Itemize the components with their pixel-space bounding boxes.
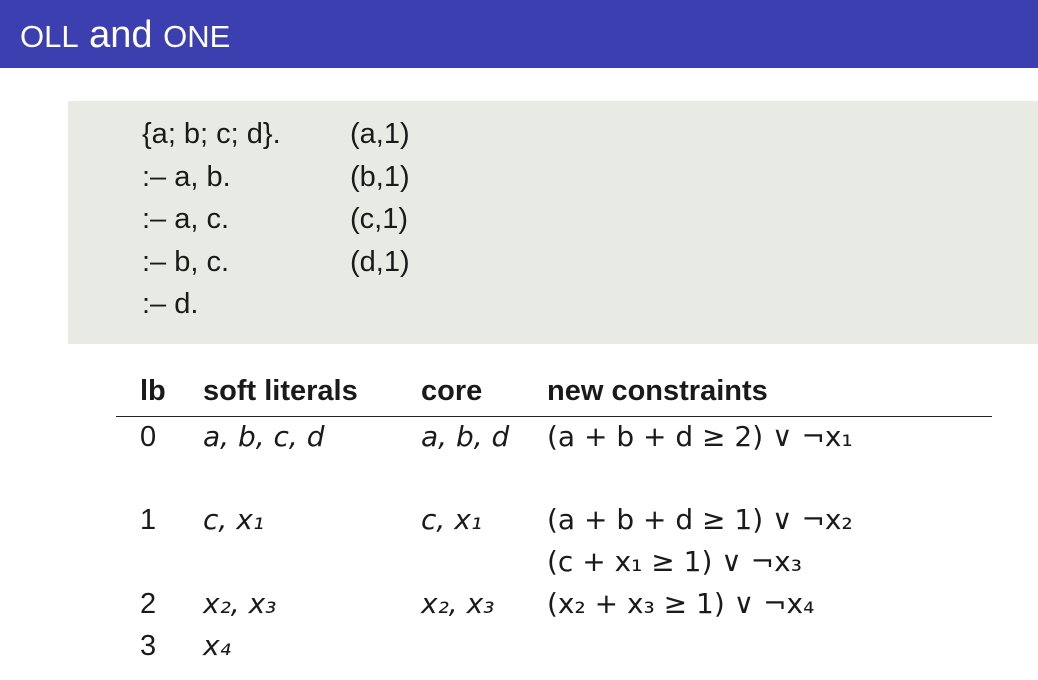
title-middle: and	[78, 14, 164, 56]
program-rule: :– a, c.	[142, 203, 230, 235]
slide-title: OLL and ONE	[20, 12, 230, 60]
slide-title-bar: OLL and ONE	[0, 0, 1038, 68]
row-soft-literals: a, b, c, d	[203, 420, 325, 453]
header-lb: lb	[140, 375, 166, 407]
header-core: core	[421, 375, 483, 407]
program-rule: :– b, c.	[142, 246, 230, 278]
row-new-constraint: (a + b + d ≥ 1) ∨ ¬x₂	[547, 503, 853, 536]
program-weight: (b,1)	[350, 161, 410, 193]
row-new-constraint: (c + x₁ ≥ 1) ∨ ¬x₃	[547, 545, 802, 578]
row-soft-literals: x₄	[203, 629, 231, 662]
program-weight: (c,1)	[350, 203, 408, 235]
program-rule: :– a, b.	[142, 161, 231, 193]
row-lb: 0	[140, 421, 157, 453]
program-rule: {a; b; c; d}.	[142, 118, 281, 150]
row-core: c, x₁	[421, 503, 482, 536]
row-new-constraint: (a + b + d ≥ 2) ∨ ¬x₁	[547, 420, 853, 453]
row-lb: 3	[140, 630, 157, 662]
header-new-constraints: new constraints	[547, 375, 768, 407]
row-lb: 2	[140, 588, 157, 620]
header-soft-literals: soft literals	[203, 375, 358, 407]
row-soft-literals: c, x₁	[203, 503, 264, 536]
program-weight: (a,1)	[350, 118, 410, 150]
row-new-constraint: (x₂ + x₃ ≥ 1) ∨ ¬x₄	[547, 587, 815, 620]
title-suffix: ONE	[163, 19, 231, 54]
row-lb: 1	[140, 504, 157, 536]
row-soft-literals: x₂, x₃	[203, 587, 277, 620]
table-header-rule	[116, 416, 992, 417]
title-prefix: OLL	[20, 19, 79, 54]
program-rule: :– d.	[142, 288, 199, 320]
row-core: x₂, x₃	[421, 587, 495, 620]
row-core: a, b, d	[421, 420, 510, 453]
program-weight: (d,1)	[350, 246, 410, 278]
